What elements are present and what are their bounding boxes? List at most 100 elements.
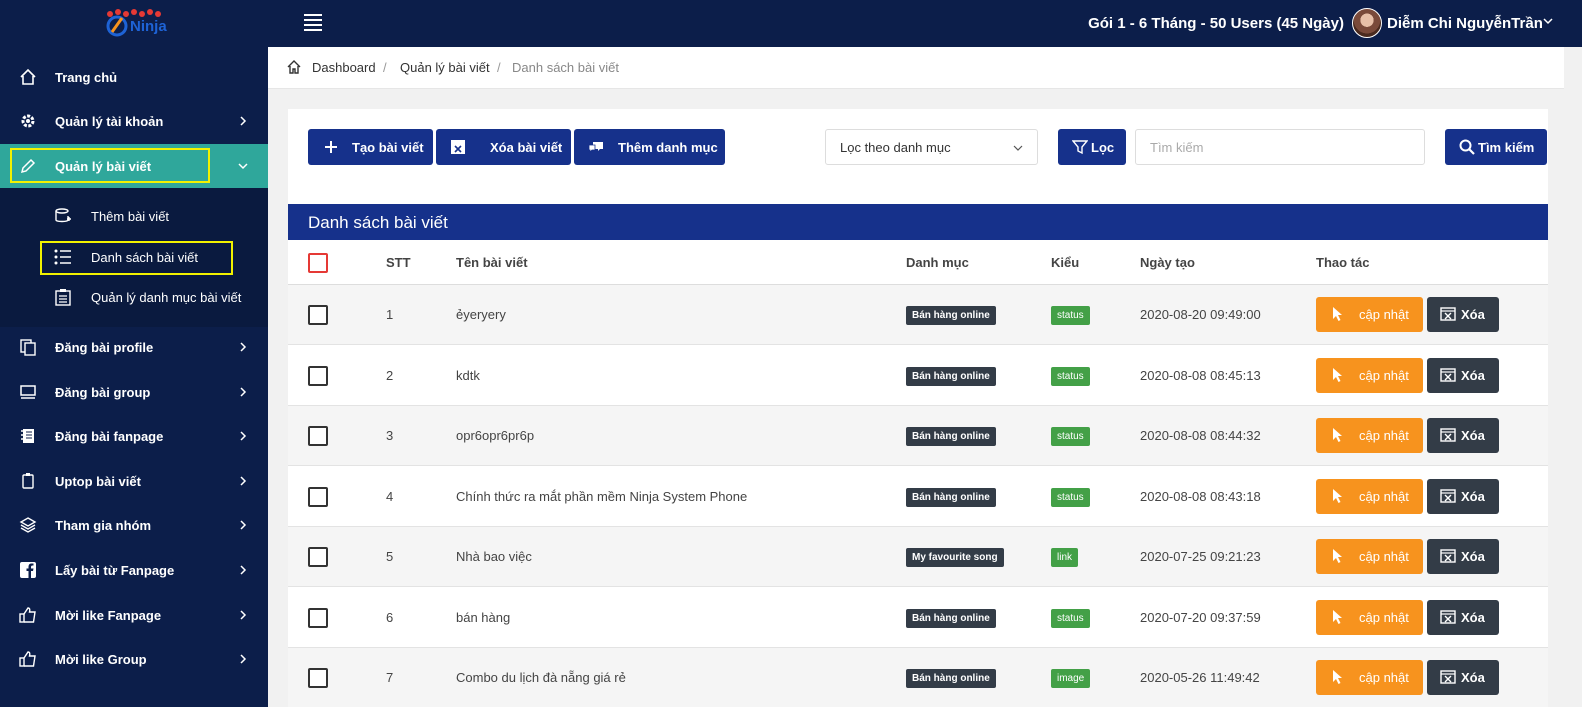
sidebar-item-group-post[interactable]: Đăng bài group (0, 370, 268, 414)
ninja-logo[interactable]: Ninja (100, 8, 172, 38)
delete-box-icon (1440, 670, 1456, 684)
sidebar-item-home[interactable]: Trang chủ (0, 55, 268, 99)
type-badge: status (1051, 609, 1090, 628)
sidebar-item-join-group[interactable]: Tham gia nhóm (0, 503, 268, 547)
submenu-item-label: Quản lý danh mục bài viết (91, 290, 242, 305)
delete-label: Xóa (1461, 307, 1485, 322)
row-stt: 5 (386, 549, 394, 564)
thumbs-up-icon (19, 651, 36, 667)
create-post-button[interactable]: Tạo bài viết (308, 129, 433, 165)
breadcrumb-posts[interactable]: Quản lý bài viết (400, 60, 490, 75)
sidebar-item-label: Trang chủ (55, 69, 118, 85)
menu-toggle-icon[interactable] (304, 14, 322, 32)
update-button[interactable]: cập nhật (1316, 539, 1423, 574)
delete-box-icon (1440, 610, 1456, 624)
row-checkbox[interactable] (308, 305, 328, 325)
table-row: 5 Nhà bao việc My favourite song link 2020-0… (288, 527, 1548, 587)
chevron-down-icon (238, 163, 248, 170)
chevron-right-icon (240, 387, 247, 397)
delete-button[interactable]: Xóa (1427, 418, 1499, 453)
delete-box-icon (1440, 549, 1456, 563)
avatar[interactable] (1352, 8, 1382, 38)
update-label: cập nhật (1359, 368, 1409, 383)
row-title: opr6opr6pr6p (456, 428, 535, 443)
delete-posts-button[interactable]: Xóa bài viết (436, 129, 571, 165)
row-title: bán hàng (456, 610, 511, 625)
table-row: 4 Chính thức ra mắt phần mềm Ninja System… (288, 467, 1548, 527)
row-title: Combo du lịch đà nẵng giá rẻ (456, 670, 626, 685)
sidebar-item-profile-post[interactable]: Đăng bài profile (0, 325, 268, 369)
column-header-date: Ngày tạo (1140, 255, 1195, 270)
row-checkbox[interactable] (308, 547, 328, 567)
category-badge: Bán hàng online (906, 488, 996, 507)
post-list-card: Tạo bài viết Xóa bài viết Thêm danh mục … (288, 109, 1548, 707)
row-checkbox[interactable] (308, 608, 328, 628)
filter-button[interactable]: Lọc (1058, 129, 1126, 165)
breadcrumb-dashboard[interactable]: Dashboard (312, 60, 376, 75)
delete-button[interactable]: Xóa (1427, 297, 1499, 332)
sidebar-item-invite-group[interactable]: Mời like Group (0, 637, 268, 681)
clipboard-icon (22, 473, 34, 489)
row-checkbox[interactable] (308, 366, 328, 386)
breadcrumb-separator: / (497, 60, 501, 75)
delete-button[interactable]: Xóa (1427, 358, 1499, 393)
type-badge: image (1051, 669, 1091, 688)
type-badge: status (1051, 367, 1090, 386)
sidebar-item-label: Lấy bài từ Fanpage (55, 562, 175, 578)
cursor-icon (1333, 428, 1342, 442)
row-checkbox[interactable] (308, 668, 328, 688)
submenu-item-post-list[interactable]: Danh sách bài viết (0, 238, 268, 276)
sidebar-item-account[interactable]: Quản lý tài khoản (0, 99, 268, 143)
layers-icon (19, 517, 37, 533)
sidebar-item-uptop[interactable]: Uptop bài viết (0, 459, 268, 503)
row-title: kdtk (456, 368, 480, 383)
update-label: cập nhật (1359, 428, 1409, 443)
submenu-item-category-manage[interactable]: Quản lý danh mục bài viết (0, 278, 268, 316)
column-header-stt: STT (386, 255, 411, 270)
update-button[interactable]: cập nhật (1316, 479, 1423, 514)
type-badge: link (1051, 548, 1079, 567)
sidebar-item-posts[interactable]: Quản lý bài viết (0, 144, 268, 188)
home-icon[interactable] (287, 60, 301, 74)
update-button[interactable]: cập nhật (1316, 600, 1423, 635)
page-scrollbar[interactable] (1564, 47, 1582, 707)
chevron-right-icon (240, 654, 247, 664)
add-category-button[interactable]: Thêm danh mục (574, 129, 725, 165)
sidebar-item-fanpage-post[interactable]: Đăng bài fanpage (0, 414, 268, 458)
row-date: 2020-08-20 09:49:00 (1140, 307, 1261, 322)
table-title-bar: Danh sách bài viết (288, 204, 1548, 240)
user-name[interactable]: Diễm Chi NguyễnTrần (1387, 15, 1543, 32)
delete-button[interactable]: Xóa (1427, 600, 1499, 635)
update-label: cập nhật (1359, 610, 1409, 625)
delete-button[interactable]: Xóa (1427, 539, 1499, 574)
cursor-icon (1333, 307, 1342, 321)
breadcrumb: Dashboard / Quản lý bài viết / Danh sách… (268, 47, 1582, 89)
delete-box-icon (1440, 368, 1456, 382)
search-input[interactable] (1135, 129, 1425, 165)
delete-button[interactable]: Xóa (1427, 479, 1499, 514)
category-filter-select[interactable]: Lọc theo danh mục (825, 129, 1038, 165)
update-button[interactable]: cập nhật (1316, 660, 1423, 695)
update-button[interactable]: cập nhật (1316, 418, 1423, 453)
sidebar-item-invite-fanpage[interactable]: Mời like Fanpage (0, 593, 268, 637)
cursor-icon (1333, 670, 1342, 684)
table-row: 2 kdtk Bán hàng online status 2020-08-08 08:… (288, 346, 1548, 406)
column-header-type: Kiểu (1051, 255, 1080, 270)
search-button[interactable]: Tìm kiếm (1445, 129, 1547, 165)
update-button[interactable]: cập nhật (1316, 297, 1423, 332)
chevron-down-icon[interactable] (1542, 15, 1554, 27)
add-post-icon (55, 208, 71, 223)
sidebar: Trang chủ Quản lý tài khoản Quản lý bài … (0, 47, 268, 707)
update-button[interactable]: cập nhật (1316, 358, 1423, 393)
select-all-checkbox[interactable] (308, 253, 328, 273)
delete-button[interactable]: Xóa (1427, 660, 1499, 695)
category-badge: Bán hàng online (906, 609, 996, 628)
search-icon (1459, 139, 1475, 155)
copy-icon (20, 339, 36, 356)
sidebar-item-fanpage-import[interactable]: Lấy bài từ Fanpage (0, 548, 268, 592)
row-checkbox[interactable] (308, 487, 328, 507)
submenu-item-add-post[interactable]: Thêm bài viết (0, 197, 268, 235)
facebook-icon (20, 562, 36, 578)
row-checkbox[interactable] (308, 426, 328, 446)
column-header-title: Tên bài viết (456, 255, 528, 270)
